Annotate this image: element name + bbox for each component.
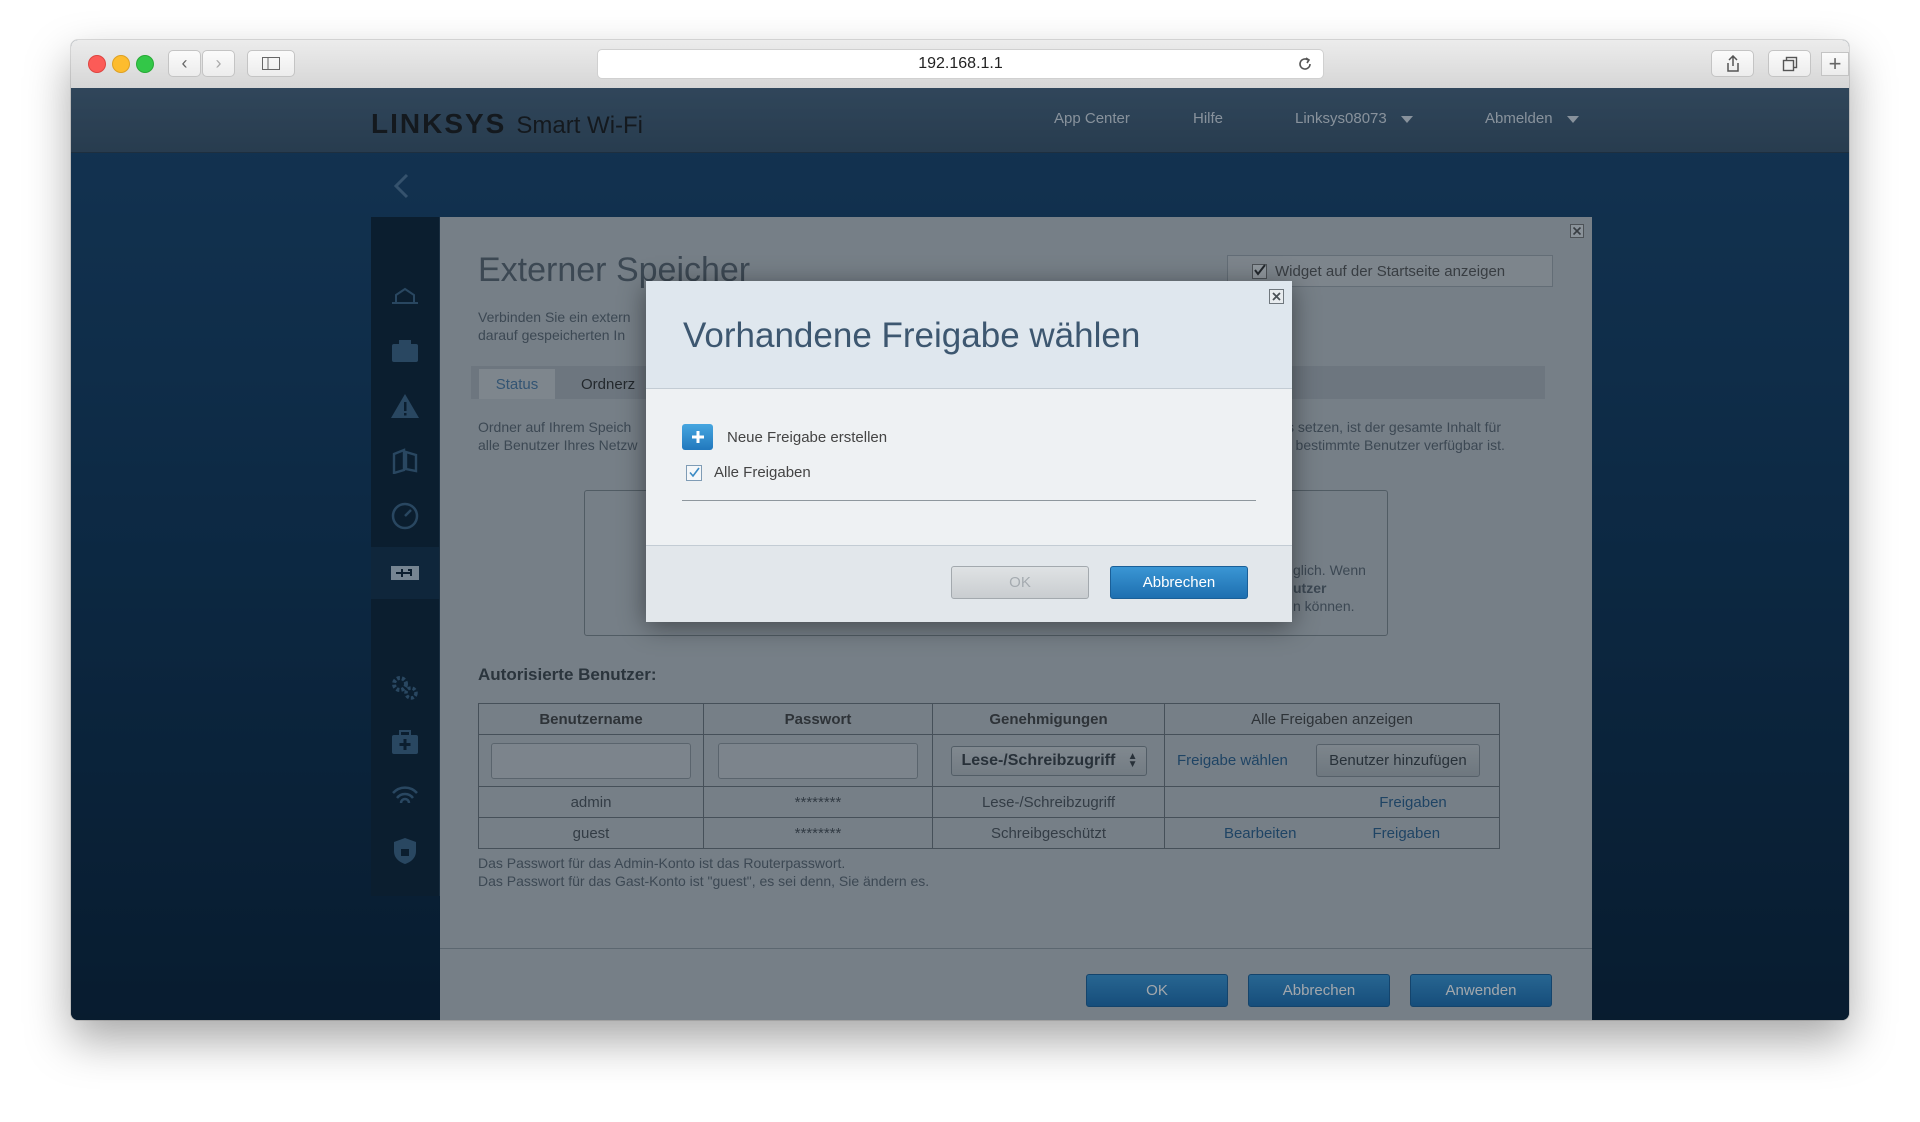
- choose-share-dialog: Vorhandene Freigabe wählen Neue Freigabe…: [646, 281, 1292, 622]
- share-icon: [1726, 55, 1739, 72]
- plus-icon: +: [1828, 51, 1842, 76]
- minimize-window-button[interactable]: [112, 55, 130, 73]
- dialog-title: Vorhandene Freigabe wählen: [683, 316, 1141, 355]
- tabs-icon: [1782, 56, 1797, 71]
- close-icon[interactable]: [1269, 289, 1284, 304]
- all-shares-label: Alle Freigaben: [714, 464, 811, 481]
- new-share-label: Neue Freigabe erstellen: [727, 428, 888, 446]
- zoom-window-button[interactable]: [136, 55, 154, 73]
- dialog-list-divider: [682, 500, 1256, 501]
- reload-icon[interactable]: [1297, 56, 1313, 72]
- share-button[interactable]: [1711, 50, 1754, 77]
- browser-titlebar: ‹ › 192.168.1.1 +: [71, 40, 1849, 89]
- sidebar-icon: [262, 57, 280, 70]
- dialog-ok-button[interactable]: OK: [951, 566, 1089, 599]
- forward-button[interactable]: ›: [202, 50, 235, 77]
- new-share-option[interactable]: Neue Freigabe erstellen: [682, 424, 887, 450]
- close-window-button[interactable]: [88, 55, 106, 73]
- chevron-right-icon: ›: [215, 53, 222, 73]
- dialog-cancel-button[interactable]: Abbrechen: [1110, 566, 1248, 599]
- all-shares-option[interactable]: Alle Freigaben: [686, 464, 811, 481]
- all-shares-checkbox[interactable]: [686, 464, 702, 481]
- dialog-header: Vorhandene Freigabe wählen: [646, 281, 1292, 389]
- dialog-footer: OK Abbrechen: [646, 545, 1292, 622]
- address-bar[interactable]: 192.168.1.1: [597, 49, 1324, 79]
- new-tab-button[interactable]: +: [1821, 51, 1849, 76]
- browser-window: ‹ › 192.168.1.1 + LINKSYS Smart Wi-Fi App…: [71, 40, 1849, 1020]
- chevron-left-icon: ‹: [181, 53, 188, 73]
- back-button[interactable]: ‹: [168, 50, 201, 77]
- url-text: 192.168.1.1: [918, 55, 1003, 72]
- tabs-overview-button[interactable]: [1768, 50, 1811, 77]
- checkmark-icon: [689, 467, 700, 477]
- sidebar-toggle-button[interactable]: [247, 50, 295, 77]
- plus-icon: [682, 424, 713, 450]
